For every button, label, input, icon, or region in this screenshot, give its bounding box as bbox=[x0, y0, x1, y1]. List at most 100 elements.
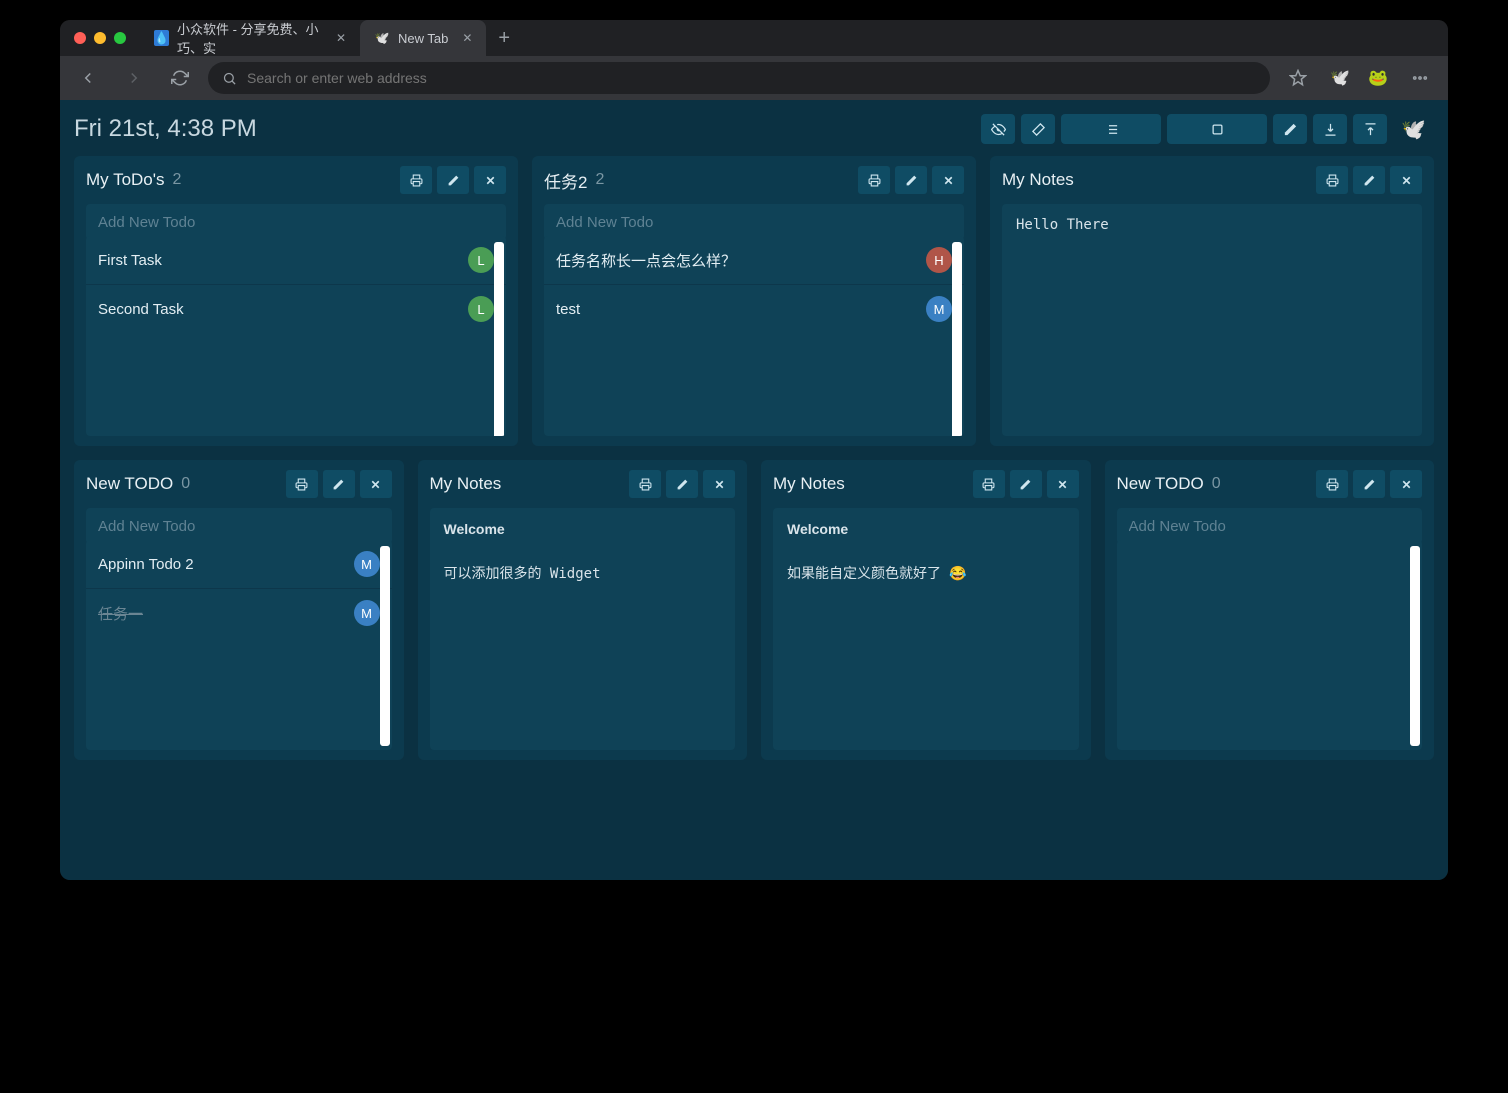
minimize-window-button[interactable] bbox=[94, 32, 106, 44]
card-print-button[interactable] bbox=[858, 166, 890, 194]
list-view-button[interactable] bbox=[1061, 114, 1161, 144]
upload-button[interactable] bbox=[1353, 114, 1387, 144]
datetime-label: Fri 21st, 4:38 PM bbox=[74, 115, 981, 143]
tab-strip: 💧 小众软件 - 分享免费、小巧、实 ✕ 🕊️ New Tab ✕ + bbox=[140, 20, 1448, 56]
card-close-button[interactable] bbox=[703, 470, 735, 498]
note-body[interactable]: Welcome 如果能自定义颜色就好了 😂 bbox=[773, 508, 1079, 750]
card-actions bbox=[286, 470, 392, 498]
card-title: My Notes bbox=[773, 474, 845, 494]
card-edit-button[interactable] bbox=[1353, 166, 1385, 194]
add-todo-input[interactable] bbox=[1117, 508, 1423, 544]
app-logo-icon[interactable]: 🕊️ bbox=[1393, 114, 1434, 144]
todo-card: New TODO 0 Appinn Todo 2 M 任务一 M bbox=[74, 460, 404, 760]
card-close-button[interactable] bbox=[932, 166, 964, 194]
add-todo-input[interactable] bbox=[86, 508, 392, 544]
browser-window: 💧 小众软件 - 分享免费、小巧、实 ✕ 🕊️ New Tab ✕ + 🕊️ 🐸 bbox=[60, 20, 1448, 880]
browser-tab[interactable]: 💧 小众软件 - 分享免费、小巧、实 ✕ bbox=[140, 20, 360, 56]
todo-item[interactable]: 任务一 M bbox=[86, 588, 392, 637]
card-header: 任务2 2 bbox=[544, 166, 964, 194]
card-print-button[interactable] bbox=[400, 166, 432, 194]
todo-text: 任务名称长一点会怎么样？ bbox=[556, 250, 926, 271]
add-todo-input[interactable] bbox=[86, 204, 506, 240]
card-edit-button[interactable] bbox=[1010, 470, 1042, 498]
card-edit-button[interactable] bbox=[895, 166, 927, 194]
priority-badge: M bbox=[354, 600, 380, 626]
scrollbar[interactable] bbox=[494, 242, 504, 436]
card-count: 2 bbox=[173, 171, 182, 189]
todo-text: 任务一 bbox=[98, 603, 354, 624]
note-body[interactable]: Welcome 可以添加很多的 Widget bbox=[430, 508, 736, 750]
card-print-button[interactable] bbox=[973, 470, 1005, 498]
page-topbar: Fri 21st, 4:38 PM 🕊️ bbox=[74, 114, 1434, 144]
note-body[interactable]: Hello There bbox=[1002, 204, 1422, 436]
note-card: My Notes Welcome 可以添加很多的 Widget bbox=[418, 460, 748, 760]
download-button[interactable] bbox=[1313, 114, 1347, 144]
card-actions bbox=[629, 470, 735, 498]
forward-button[interactable] bbox=[116, 60, 152, 96]
card-title: 任务2 bbox=[544, 168, 587, 193]
todo-text: First Task bbox=[98, 252, 468, 269]
browser-tab-active[interactable]: 🕊️ New Tab ✕ bbox=[360, 20, 486, 56]
card-title: New TODO bbox=[1117, 474, 1204, 494]
todo-list: First Task L Second Task L bbox=[86, 236, 506, 436]
extension-bird-icon[interactable]: 🕊️ bbox=[1326, 64, 1354, 92]
card-print-button[interactable] bbox=[1316, 470, 1348, 498]
add-todo-input[interactable] bbox=[544, 204, 964, 240]
edit-page-button[interactable] bbox=[1273, 114, 1307, 144]
hide-button[interactable] bbox=[981, 114, 1015, 144]
card-edit-button[interactable] bbox=[437, 166, 469, 194]
more-button[interactable] bbox=[1402, 60, 1438, 96]
widget-row-1: My ToDo's 2 First Task L Second Task L 任… bbox=[74, 156, 1434, 446]
favorite-button[interactable] bbox=[1280, 60, 1316, 96]
search-icon bbox=[222, 71, 237, 86]
todo-item[interactable]: 任务名称长一点会怎么样？ H bbox=[544, 236, 964, 284]
card-title: My Notes bbox=[430, 474, 502, 494]
card-close-button[interactable] bbox=[474, 166, 506, 194]
card-header: My Notes bbox=[430, 470, 736, 498]
scrollbar[interactable] bbox=[380, 546, 390, 746]
priority-badge: H bbox=[926, 247, 952, 273]
window-controls bbox=[60, 32, 140, 44]
priority-badge: M bbox=[926, 296, 952, 322]
card-count: 0 bbox=[181, 475, 190, 493]
scrollbar[interactable] bbox=[952, 242, 962, 436]
card-print-button[interactable] bbox=[286, 470, 318, 498]
todo-card: 任务2 2 任务名称长一点会怎么样？ H test M bbox=[532, 156, 976, 446]
card-close-button[interactable] bbox=[1047, 470, 1079, 498]
theme-button[interactable] bbox=[1021, 114, 1055, 144]
close-tab-icon[interactable]: ✕ bbox=[462, 31, 472, 45]
card-print-button[interactable] bbox=[629, 470, 661, 498]
todo-text: Appinn Todo 2 bbox=[98, 556, 354, 573]
back-button[interactable] bbox=[70, 60, 106, 96]
note-heading: Welcome bbox=[444, 518, 722, 540]
card-actions bbox=[858, 166, 964, 194]
card-title: My ToDo's bbox=[86, 170, 165, 190]
todo-list: 任务名称长一点会怎么样？ H test M bbox=[544, 236, 964, 436]
card-edit-button[interactable] bbox=[666, 470, 698, 498]
page-content: Fri 21st, 4:38 PM 🕊️ My ToDo's 2 bbox=[60, 100, 1448, 880]
note-card: My Notes Hello There bbox=[990, 156, 1434, 446]
extension-frog-icon[interactable]: 🐸 bbox=[1364, 64, 1392, 92]
todo-item[interactable]: First Task L bbox=[86, 236, 506, 284]
card-close-button[interactable] bbox=[1390, 470, 1422, 498]
reload-button[interactable] bbox=[162, 60, 198, 96]
close-window-button[interactable] bbox=[74, 32, 86, 44]
card-count: 2 bbox=[595, 171, 604, 189]
card-close-button[interactable] bbox=[360, 470, 392, 498]
address-input[interactable] bbox=[247, 70, 1256, 86]
card-close-button[interactable] bbox=[1390, 166, 1422, 194]
scrollbar[interactable] bbox=[1410, 546, 1420, 746]
todo-item[interactable]: Appinn Todo 2 M bbox=[86, 540, 392, 588]
maximize-window-button[interactable] bbox=[114, 32, 126, 44]
card-header: New TODO 0 bbox=[1117, 470, 1423, 498]
todo-item[interactable]: Second Task L bbox=[86, 284, 506, 333]
layout-button[interactable] bbox=[1167, 114, 1267, 144]
card-edit-button[interactable] bbox=[323, 470, 355, 498]
new-tab-button[interactable]: + bbox=[486, 20, 522, 56]
todo-item[interactable]: test M bbox=[544, 284, 964, 333]
card-edit-button[interactable] bbox=[1353, 470, 1385, 498]
address-bar[interactable] bbox=[208, 62, 1270, 94]
card-print-button[interactable] bbox=[1316, 166, 1348, 194]
close-tab-icon[interactable]: ✕ bbox=[336, 31, 346, 45]
card-header: My Notes bbox=[773, 470, 1079, 498]
